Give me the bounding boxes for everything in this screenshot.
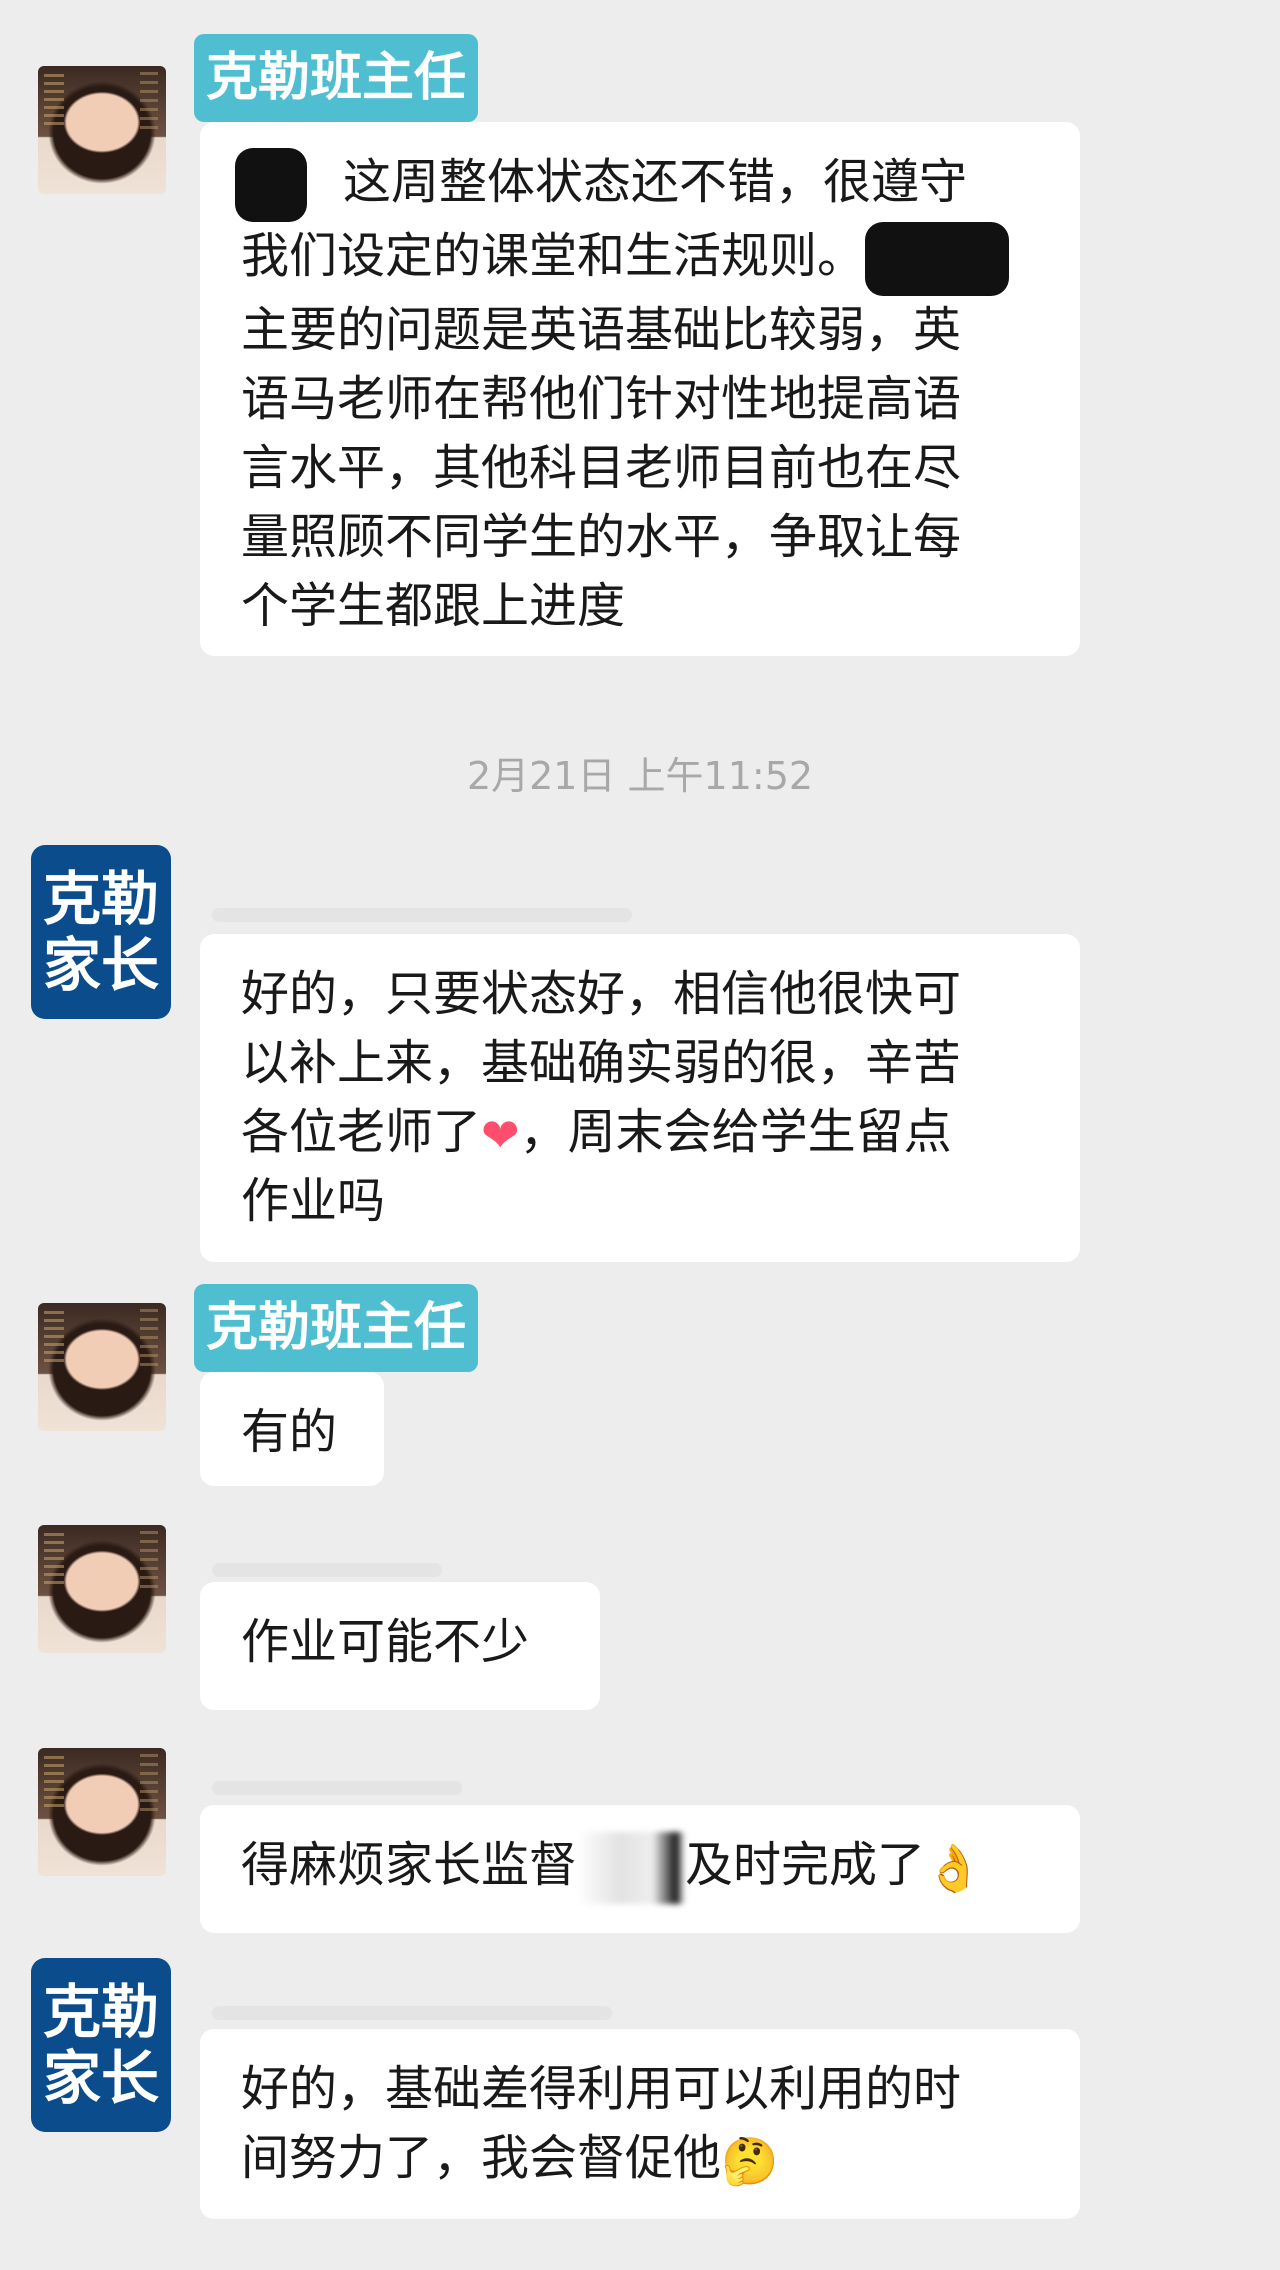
sender-name-faint bbox=[212, 908, 632, 922]
redacted-name bbox=[235, 148, 307, 222]
teacher-avatar[interactable] bbox=[38, 66, 166, 194]
sender-name-tag: 克勒班主任 bbox=[194, 34, 479, 122]
message-line: 言水平，其他科目老师目前也在尽 bbox=[241, 440, 962, 496]
teacher-avatar[interactable] bbox=[38, 1525, 166, 1653]
parent-logo-text: 克勒 bbox=[42, 1978, 159, 2046]
thinking-face-emoji: 🤔 bbox=[721, 2134, 779, 2188]
message-bubble-2[interactable]: 好的，只要状态好，相信他很快可 以补上来，基础确实弱的很，辛苦 各位老师了❤，周… bbox=[200, 934, 1080, 1262]
message-line: 好的，基础差得利用可以利用的时 bbox=[241, 2061, 962, 2117]
sender-name-tag: 克勒班主任 bbox=[194, 1284, 479, 1372]
sender-name-faint bbox=[212, 1563, 442, 1577]
message-line: 主要的问题是英语基础比较弱，英 bbox=[241, 302, 962, 358]
message-line: 得麻烦家长监督 及时完成了👌 bbox=[241, 1831, 1039, 1904]
message-line: 作业可能不少 bbox=[241, 1614, 530, 1670]
message-line: 我们设定的课堂和生活规则。 bbox=[241, 222, 1039, 296]
message-line: 间努力了，我会督促他🤔 bbox=[241, 2124, 1039, 2193]
hand-emoji: 👌 bbox=[925, 1841, 983, 1895]
message-line: 各位老师了❤，周末会给学生留点 bbox=[241, 1098, 1039, 1167]
parent-logo-text: 克勒 bbox=[42, 865, 159, 933]
redacted-name bbox=[577, 1832, 686, 1904]
parent-logo-avatar[interactable]: 克勒 家长 bbox=[31, 845, 171, 1019]
parent-logo-avatar[interactable]: 克勒 家长 bbox=[31, 1958, 171, 2132]
message-line: 这周整体状态还不错，很遵守 bbox=[235, 148, 1039, 222]
message-line: 作业吗 bbox=[241, 1173, 386, 1229]
sender-name-faint bbox=[212, 1781, 462, 1795]
parent-logo-text: 家长 bbox=[42, 2044, 159, 2112]
heart-emoji: ❤ bbox=[481, 1108, 520, 1162]
message-line: 好的，只要状态好，相信他很快可 bbox=[241, 966, 962, 1022]
message-line: 个学生都跟上进度 bbox=[241, 578, 626, 634]
message-line: 语马老师在帮他们针对性地提高语 bbox=[241, 371, 962, 427]
message-bubble-5[interactable]: 得麻烦家长监督 及时完成了👌 bbox=[200, 1805, 1080, 1933]
message-bubble-4[interactable]: 作业可能不少 bbox=[200, 1582, 600, 1710]
sender-name-faint bbox=[212, 2006, 612, 2020]
message-bubble-1[interactable]: 这周整体状态还不错，很遵守 我们设定的课堂和生活规则。 主要的问题是英语基础比较… bbox=[200, 122, 1080, 656]
message-bubble-3[interactable]: 有的 bbox=[200, 1372, 384, 1486]
message-bubble-6[interactable]: 好的，基础差得利用可以利用的时 间努力了，我会督促他🤔 bbox=[200, 2029, 1080, 2219]
message-line: 量照顾不同学生的水平，争取让每 bbox=[241, 509, 962, 565]
timestamp: 2月21日 上午11:52 bbox=[466, 754, 814, 798]
message-line: 以补上来，基础确实弱的很，辛苦 bbox=[241, 1035, 962, 1091]
redacted-name bbox=[865, 222, 1010, 296]
chat-window: 克勒班主任 这周整体状态还不错，很遵守 我们设定的课堂和生活规则。 主要的问题是… bbox=[0, 0, 1280, 2270]
teacher-avatar[interactable] bbox=[38, 1303, 166, 1431]
message-line: 有的 bbox=[241, 1404, 338, 1460]
teacher-avatar[interactable] bbox=[38, 1748, 166, 1876]
parent-logo-text: 家长 bbox=[42, 931, 159, 999]
